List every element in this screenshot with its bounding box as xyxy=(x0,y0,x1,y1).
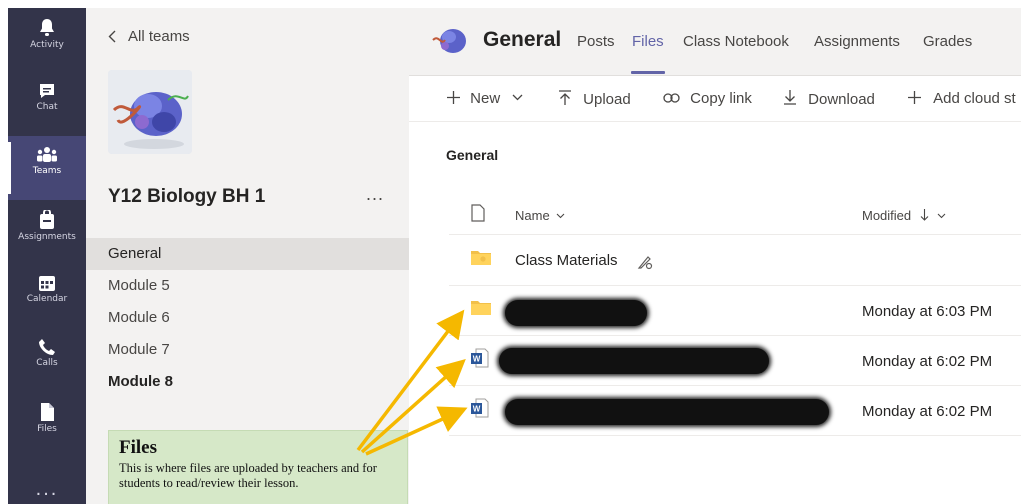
folder-icon xyxy=(471,301,491,315)
redacted-file-name xyxy=(505,399,829,425)
download-button[interactable]: Download xyxy=(784,90,875,108)
file-modified: Monday at 6:03 PM xyxy=(862,303,993,320)
copy-link-label: Copy link xyxy=(690,90,752,107)
upload-label: Upload xyxy=(583,91,631,108)
main-content: General Posts Files Class Notebook Assig… xyxy=(409,0,1021,504)
channel-module-6[interactable]: Module 6 xyxy=(86,302,409,334)
app-calendar-label: Calendar xyxy=(26,294,68,304)
upload-button[interactable]: Upload xyxy=(559,90,631,108)
chat-icon xyxy=(40,84,54,98)
plus-icon xyxy=(447,91,460,104)
app-assignments-label: Assignments xyxy=(18,232,76,242)
new-button[interactable]: New xyxy=(447,90,523,107)
tab-class-notebook[interactable]: Class Notebook xyxy=(683,33,789,50)
app-teams[interactable]: Teams xyxy=(8,136,86,200)
teams-icon xyxy=(37,147,57,162)
channel-header: General Posts Files Class Notebook Assig… xyxy=(409,8,1021,76)
table-row[interactable]: Monday at 6:03 PM xyxy=(449,286,1021,336)
app-activity-label: Activity xyxy=(30,40,64,50)
download-icon xyxy=(784,90,796,105)
app-calls-label: Calls xyxy=(36,358,58,368)
modified-column-header[interactable]: Modified xyxy=(862,208,946,223)
file-type-column-icon xyxy=(471,204,485,222)
files-annotation-note: Files This is where files are uploaded b… xyxy=(108,430,408,504)
special-folder-icon xyxy=(471,251,491,265)
add-cloud-storage-button[interactable]: Add cloud st xyxy=(908,90,1016,107)
plus-icon xyxy=(908,91,921,104)
app-teams-label: Teams xyxy=(32,166,62,176)
team-avatar xyxy=(108,70,192,154)
chevron-down-icon xyxy=(938,213,946,219)
file-modified: Monday at 6:02 PM xyxy=(862,403,993,420)
team-panel: All teams Y12 Biology BH 1 ... General M… xyxy=(86,8,409,504)
app-calls[interactable]: Calls xyxy=(8,328,86,392)
new-label: New xyxy=(470,90,501,107)
table-row[interactable]: W Monday at 6:02 PM xyxy=(449,336,1021,386)
add-cloud-storage-label: Add cloud st xyxy=(933,90,1016,107)
calendar-icon xyxy=(39,276,55,291)
app-chat-label: Chat xyxy=(36,102,58,112)
bell-icon xyxy=(40,19,54,36)
copy-link-button[interactable]: Copy link xyxy=(663,90,752,107)
tab-posts[interactable]: Posts xyxy=(577,33,615,50)
word-document-icon: W xyxy=(471,348,489,368)
chevron-down-icon xyxy=(512,94,523,101)
channel-module-8[interactable]: Module 8 xyxy=(86,366,409,398)
files-toolbar: New Upload Copy link Download Add cloud … xyxy=(409,76,1021,122)
file-icon xyxy=(41,403,54,421)
more-apps-button[interactable]: ... xyxy=(8,478,86,501)
assignments-icon xyxy=(40,210,54,229)
channel-general[interactable]: General xyxy=(86,238,409,270)
modified-column-label: Modified xyxy=(862,208,912,223)
tab-grades[interactable]: Grades xyxy=(923,33,972,50)
sharing-icon xyxy=(637,256,653,270)
link-icon xyxy=(663,93,680,103)
redacted-file-name xyxy=(499,348,769,374)
app-bar: Activity Chat Teams Assignments Calendar… xyxy=(8,8,86,504)
app-activity[interactable]: Activity xyxy=(8,8,86,72)
phone-icon xyxy=(39,339,55,355)
channel-logo xyxy=(431,24,469,58)
sort-down-arrow-icon xyxy=(920,209,929,221)
header-divider xyxy=(449,234,1021,235)
name-column-header[interactable]: Name xyxy=(515,208,565,223)
table-row[interactable]: W Monday at 6:02 PM xyxy=(449,386,1021,436)
name-column-label: Name xyxy=(515,208,550,223)
app-files[interactable]: Files xyxy=(8,392,86,456)
breadcrumb: General xyxy=(446,147,499,163)
app-chat[interactable]: Chat xyxy=(8,72,86,136)
svg-text:W: W xyxy=(473,355,481,364)
team-name: Y12 Biology BH 1 xyxy=(108,186,266,207)
channel-module-5[interactable]: Module 5 xyxy=(86,270,409,302)
svg-text:W: W xyxy=(473,405,481,414)
active-tab-indicator xyxy=(631,71,665,74)
all-teams-link[interactable]: All teams xyxy=(108,28,190,45)
channel-title: General xyxy=(483,28,562,51)
note-body: This is where files are uploaded by teac… xyxy=(119,461,377,490)
table-row[interactable]: Class Materials xyxy=(449,236,1021,286)
app-calendar[interactable]: Calendar xyxy=(8,264,86,328)
chevron-down-icon xyxy=(556,213,565,219)
app-files-label: Files xyxy=(37,424,57,434)
upload-icon xyxy=(559,90,571,105)
tab-assignments[interactable]: Assignments xyxy=(814,33,900,50)
download-label: Download xyxy=(808,91,875,108)
app-assignments[interactable]: Assignments xyxy=(8,200,86,264)
all-teams-label: All teams xyxy=(128,28,190,45)
note-title: Files xyxy=(119,437,157,458)
chevron-left-icon xyxy=(108,30,116,43)
channel-module-7[interactable]: Module 7 xyxy=(86,334,409,366)
redacted-file-name xyxy=(505,300,647,326)
file-name[interactable]: Class Materials xyxy=(515,252,618,269)
file-modified: Monday at 6:02 PM xyxy=(862,353,993,370)
word-document-icon: W xyxy=(471,398,489,418)
team-more-button[interactable]: ... xyxy=(366,184,384,205)
tab-files[interactable]: Files xyxy=(632,33,664,50)
